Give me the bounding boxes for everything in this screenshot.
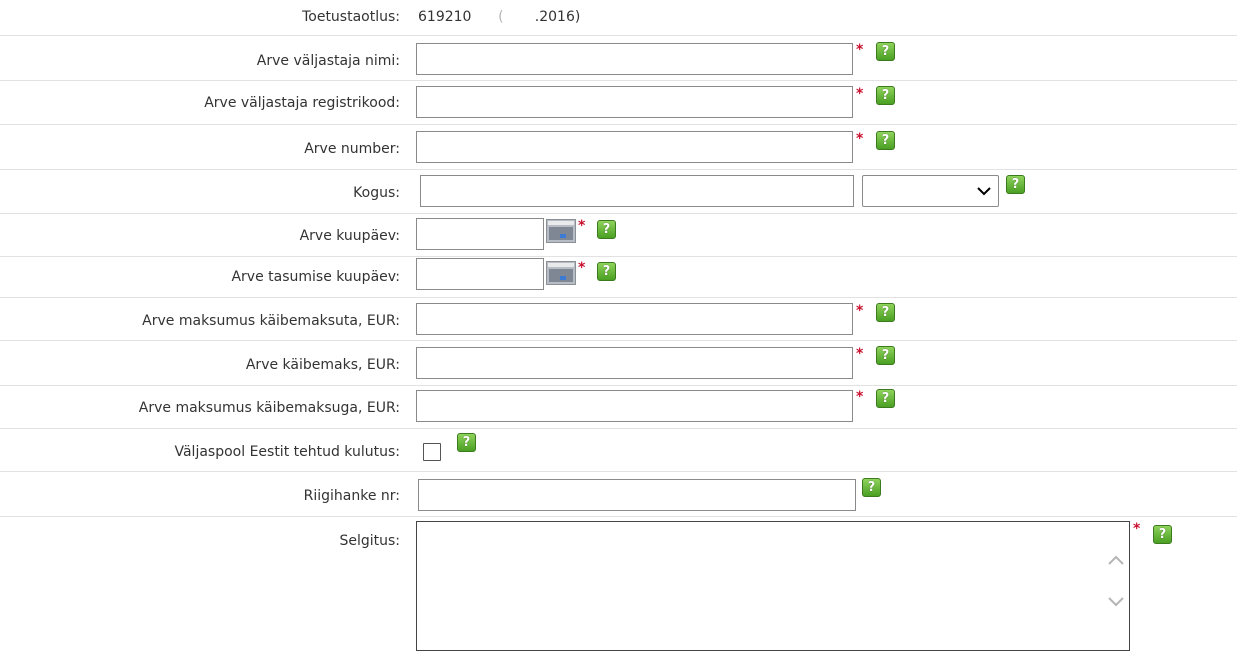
required-marker: * bbox=[856, 303, 864, 319]
help-icon[interactable]: ? bbox=[1006, 175, 1025, 194]
amount-ex-vat-input[interactable] bbox=[416, 303, 853, 335]
help-glyph: ? bbox=[867, 480, 876, 495]
toetustaotlus-value: 619210 ( .2016) bbox=[418, 8, 580, 26]
help-glyph: ? bbox=[881, 305, 890, 320]
explanation-textarea[interactable] bbox=[416, 521, 1130, 651]
explanation-label: Selgitus: bbox=[339, 533, 400, 549]
help-icon[interactable]: ? bbox=[876, 86, 895, 105]
quantity-input[interactable] bbox=[420, 175, 854, 207]
row-divider bbox=[0, 297, 1237, 298]
amount-inc-vat-input[interactable] bbox=[416, 390, 853, 422]
invoice-number-label: Arve number: bbox=[304, 141, 400, 157]
required-marker: * bbox=[856, 389, 864, 405]
help-glyph: ? bbox=[881, 348, 890, 363]
quantity-label: Kogus: bbox=[353, 185, 400, 201]
payment-date-label: Arve tasumise kuupäev: bbox=[231, 269, 400, 285]
required-marker: * bbox=[578, 260, 586, 276]
help-icon[interactable]: ? bbox=[597, 220, 616, 239]
required-marker: * bbox=[1133, 521, 1141, 537]
help-glyph: ? bbox=[881, 391, 890, 406]
row-divider bbox=[0, 80, 1237, 81]
row-divider bbox=[0, 428, 1237, 429]
calendar-icon[interactable] bbox=[546, 219, 576, 243]
amount-ex-vat-label: Arve maksumus käibemaksuta, EUR: bbox=[142, 313, 400, 329]
required-marker: * bbox=[856, 131, 864, 147]
required-marker: * bbox=[856, 42, 864, 58]
row-divider bbox=[0, 385, 1237, 386]
row-divider bbox=[0, 35, 1237, 36]
required-marker: * bbox=[578, 218, 586, 234]
invoice-date-input[interactable] bbox=[416, 218, 544, 250]
row-divider bbox=[0, 471, 1237, 472]
toetustaotlus-value-prefix: 619210 bbox=[418, 9, 472, 25]
issuer-name-input[interactable] bbox=[416, 43, 853, 75]
help-icon[interactable]: ? bbox=[597, 262, 616, 281]
row-divider bbox=[0, 169, 1237, 170]
invoice-date-label: Arve kuupäev: bbox=[299, 228, 400, 244]
help-icon[interactable]: ? bbox=[876, 42, 895, 61]
help-glyph: ? bbox=[1011, 177, 1020, 192]
issuer-regcode-input[interactable] bbox=[416, 86, 853, 118]
help-glyph: ? bbox=[1158, 527, 1167, 542]
outside-estonia-checkbox[interactable] bbox=[423, 443, 441, 461]
row-divider bbox=[0, 256, 1237, 257]
unit-select[interactable] bbox=[862, 175, 999, 207]
help-glyph: ? bbox=[881, 44, 890, 59]
help-glyph: ? bbox=[602, 264, 611, 279]
row-divider bbox=[0, 516, 1237, 517]
help-glyph: ? bbox=[602, 222, 611, 237]
payment-date-input[interactable] bbox=[416, 258, 544, 290]
scroll-up-icon[interactable] bbox=[1105, 552, 1127, 570]
issuer-name-label: Arve väljastaja nimi: bbox=[256, 53, 400, 69]
help-glyph: ? bbox=[881, 88, 890, 103]
procurement-nr-input[interactable] bbox=[418, 479, 856, 511]
issuer-regcode-label: Arve väljastaja registrikood: bbox=[204, 95, 400, 111]
help-glyph: ? bbox=[881, 133, 890, 148]
required-marker: * bbox=[856, 86, 864, 102]
row-divider bbox=[0, 340, 1237, 341]
textarea-scrollbar[interactable] bbox=[1105, 552, 1127, 614]
vat-input[interactable] bbox=[416, 347, 853, 379]
row-divider bbox=[0, 124, 1237, 125]
help-glyph: ? bbox=[462, 435, 471, 450]
procurement-nr-label: Riigihanke nr: bbox=[303, 488, 400, 504]
row-divider bbox=[0, 213, 1237, 214]
scroll-down-icon[interactable] bbox=[1105, 592, 1127, 610]
help-icon[interactable]: ? bbox=[862, 478, 881, 497]
vat-label: Arve käibemaks, EUR: bbox=[245, 357, 400, 373]
toetustaotlus-label: Toetustaotlus: bbox=[302, 9, 400, 25]
help-icon[interactable]: ? bbox=[1153, 525, 1172, 544]
help-icon[interactable]: ? bbox=[876, 346, 895, 365]
chevron-down-icon bbox=[977, 187, 991, 196]
outside-estonia-label: Väljaspool Eestit tehtud kulutus: bbox=[174, 444, 400, 460]
calendar-icon[interactable] bbox=[546, 261, 576, 285]
amount-inc-vat-label: Arve maksumus käibemaksuga, EUR: bbox=[138, 400, 400, 416]
help-icon[interactable]: ? bbox=[457, 433, 476, 452]
help-icon[interactable]: ? bbox=[876, 389, 895, 408]
toetustaotlus-value-suffix: .2016) bbox=[534, 9, 581, 25]
help-icon[interactable]: ? bbox=[876, 303, 895, 322]
toetustaotlus-value-masked: ( bbox=[471, 9, 535, 25]
help-icon[interactable]: ? bbox=[876, 131, 895, 150]
required-marker: * bbox=[856, 346, 864, 362]
invoice-number-input[interactable] bbox=[416, 131, 853, 163]
